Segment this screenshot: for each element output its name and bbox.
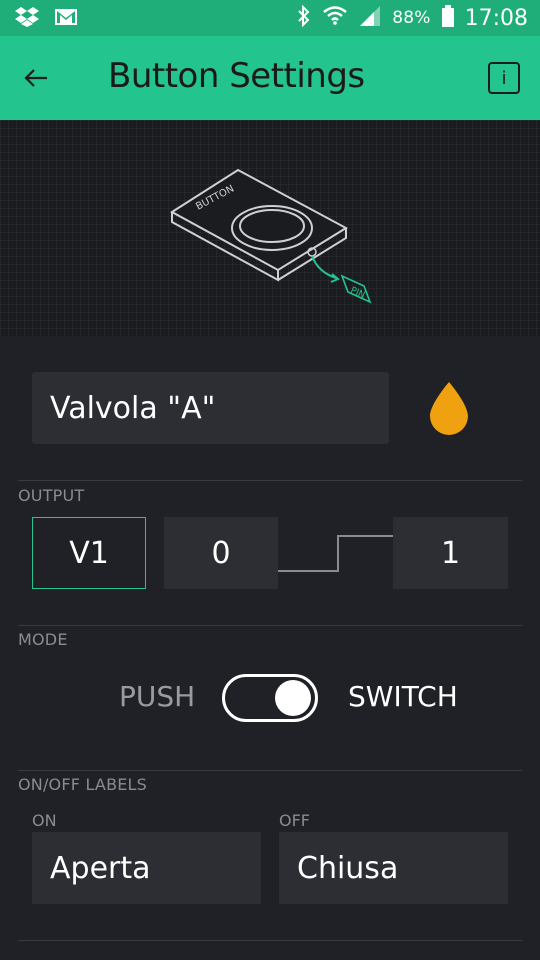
mode-push-label[interactable]: PUSH	[119, 680, 195, 713]
output-low-value[interactable]: 0	[164, 517, 278, 589]
clock: 17:08	[464, 5, 528, 31]
back-arrow-icon	[24, 69, 47, 87]
mode-section-label: MODE	[18, 630, 68, 649]
button-device-illustration: BUTTON PIN	[170, 168, 372, 304]
toggle-knob	[275, 680, 311, 716]
off-label-caption: OFF	[279, 811, 310, 830]
output-range-graphic	[278, 535, 394, 572]
dropbox-icon	[14, 6, 40, 32]
widget-illustration: BUTTON PIN	[0, 120, 540, 336]
on-label-input[interactable]: Aperta	[32, 832, 261, 904]
divider	[18, 625, 522, 626]
mode-toggle[interactable]	[222, 674, 318, 722]
off-label-input[interactable]: Chiusa	[279, 832, 508, 904]
on-label-caption: ON	[32, 811, 57, 830]
droplet-icon	[430, 382, 468, 435]
divider	[18, 940, 522, 941]
wifi-icon	[322, 4, 348, 32]
info-icon: i	[501, 67, 507, 89]
back-button[interactable]	[16, 56, 56, 100]
labels-section-label: ON/OFF LABELS	[18, 775, 148, 794]
widget-name-input[interactable]: Valvola "A"	[32, 372, 389, 444]
mode-row: PUSH SWITCH	[0, 672, 540, 724]
app-bar: Button Settings i	[0, 36, 540, 120]
output-high-value[interactable]: 1	[393, 517, 508, 589]
signal-icon	[358, 4, 382, 32]
bluetooth-icon	[296, 4, 312, 32]
info-button[interactable]: i	[488, 62, 520, 94]
output-section-label: OUTPUT	[18, 486, 85, 505]
divider	[18, 480, 522, 481]
status-bar: 88% 17:08	[0, 0, 540, 36]
page-title: Button Settings	[108, 56, 365, 96]
color-picker-button[interactable]	[426, 380, 472, 436]
divider	[18, 770, 522, 771]
battery-icon	[441, 4, 455, 32]
mode-switch-label[interactable]: SWITCH	[348, 680, 458, 713]
gmail-icon	[54, 7, 78, 31]
output-pin-selector[interactable]: V1	[32, 517, 146, 589]
battery-percent: 88%	[392, 8, 431, 28]
